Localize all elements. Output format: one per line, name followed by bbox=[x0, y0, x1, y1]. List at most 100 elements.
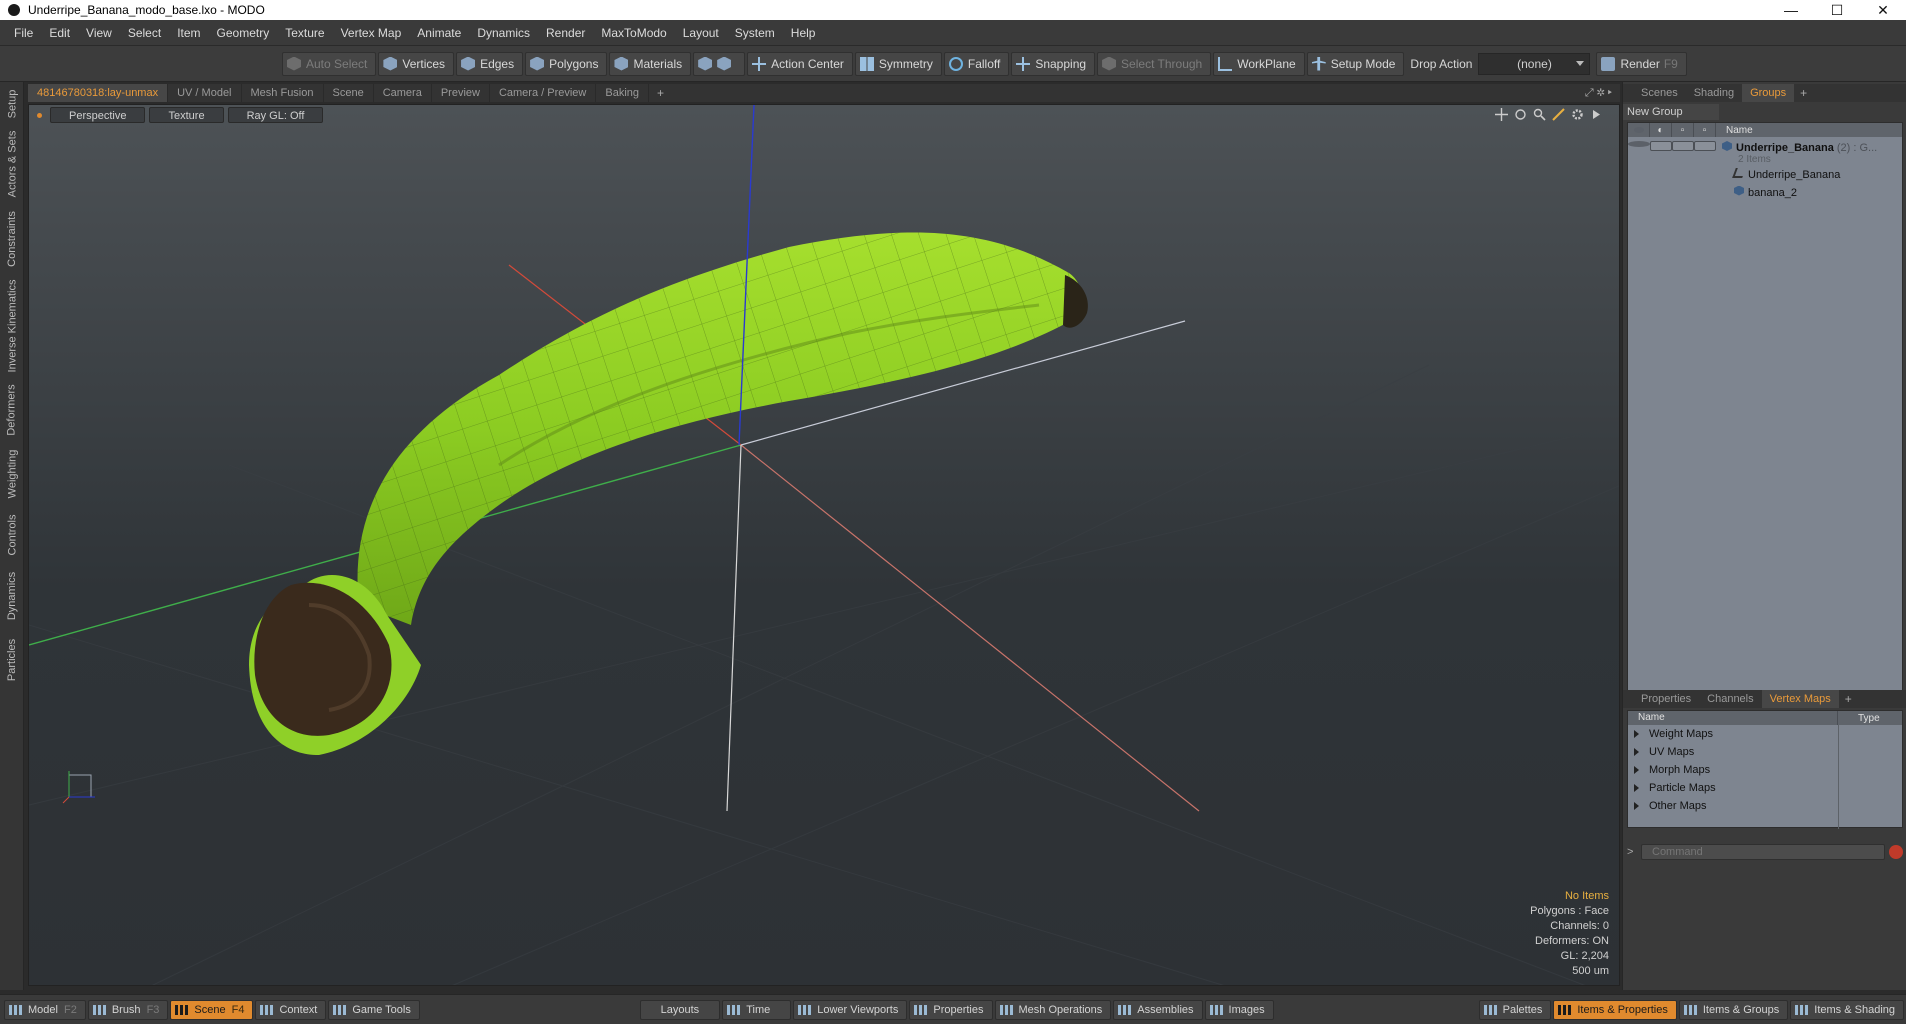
command-input[interactable] bbox=[1641, 844, 1885, 860]
items-properties-button[interactable]: Items & Properties bbox=[1553, 999, 1677, 1020]
menu-select[interactable]: Select bbox=[120, 20, 169, 46]
tab-shading[interactable]: Shading bbox=[1686, 84, 1742, 102]
pan-icon[interactable] bbox=[1495, 108, 1508, 121]
tab-uv-model[interactable]: UV / Model bbox=[168, 84, 242, 102]
raygl-button[interactable]: Ray GL: Off bbox=[227, 107, 324, 123]
selection-mode-toggle[interactable] bbox=[693, 51, 746, 76]
items-groups-button[interactable]: Items & Groups bbox=[1678, 999, 1789, 1020]
add-tab-icon[interactable]: + bbox=[1794, 86, 1813, 100]
expand-arrow-icon[interactable] bbox=[1634, 802, 1639, 810]
time-button[interactable]: Time bbox=[722, 999, 792, 1020]
lock-toggle[interactable] bbox=[1672, 141, 1694, 151]
action-center-button[interactable]: Action Center bbox=[747, 51, 853, 76]
images-button[interactable]: Images bbox=[1204, 999, 1274, 1020]
model-tab[interactable]: Model F2 bbox=[4, 999, 86, 1020]
stop-icon[interactable] bbox=[1889, 845, 1903, 859]
vm-uv-maps[interactable]: UV Maps bbox=[1628, 743, 1902, 761]
expand-arrow-icon[interactable] bbox=[1590, 108, 1603, 121]
maximize-button[interactable]: ☐ bbox=[1814, 0, 1860, 20]
menu-geometry[interactable]: Geometry bbox=[209, 20, 278, 46]
render-button[interactable]: Render F9 bbox=[1596, 51, 1687, 76]
vm-morph-maps[interactable]: Morph Maps bbox=[1628, 761, 1902, 779]
tab-constraints[interactable]: Constraints bbox=[0, 208, 24, 270]
menu-view[interactable]: View bbox=[78, 20, 120, 46]
tree-item-mesh[interactable]: banana_2 bbox=[1628, 183, 1902, 201]
tab-properties[interactable]: Properties bbox=[1633, 690, 1699, 708]
menu-layout[interactable]: Layout bbox=[675, 20, 727, 46]
tab-weighting[interactable]: Weighting bbox=[0, 446, 24, 502]
new-group-button[interactable]: New Group bbox=[1623, 104, 1719, 120]
vm-other-maps[interactable]: Other Maps bbox=[1628, 797, 1902, 815]
drop-action-select[interactable]: (none) bbox=[1478, 52, 1591, 75]
menu-edit[interactable]: Edit bbox=[41, 20, 78, 46]
zoom-icon[interactable] bbox=[1533, 108, 1546, 121]
group-row[interactable]: Underripe_Banana (2) : G... 2 Items bbox=[1628, 137, 1902, 165]
tab-controls[interactable]: Controls bbox=[0, 510, 24, 560]
vm-weight-maps[interactable]: Weight Maps bbox=[1628, 725, 1902, 743]
menu-texture[interactable]: Texture bbox=[277, 20, 332, 46]
layouts-button[interactable]: Layouts bbox=[639, 999, 721, 1020]
tab-baking[interactable]: Baking bbox=[596, 84, 650, 102]
auto-select-button[interactable]: Auto Select bbox=[282, 51, 377, 76]
snapping-button[interactable]: Snapping bbox=[1011, 51, 1096, 76]
tab-vertex-maps[interactable]: Vertex Maps bbox=[1761, 690, 1839, 708]
lower-viewports-button[interactable]: Lower Viewports bbox=[793, 999, 908, 1020]
tab-channels[interactable]: Channels bbox=[1699, 690, 1761, 708]
symmetry-button[interactable]: Symmetry bbox=[854, 51, 942, 76]
select-toggle[interactable] bbox=[1694, 141, 1716, 151]
select-through-button[interactable]: Select Through bbox=[1097, 51, 1212, 76]
properties-button[interactable]: Properties bbox=[909, 999, 993, 1020]
tab-groups[interactable]: Groups bbox=[1742, 84, 1795, 102]
add-tab-icon[interactable]: + bbox=[649, 86, 672, 100]
context-tab[interactable]: Context bbox=[255, 999, 327, 1020]
brush-tab[interactable]: Brush F3 bbox=[87, 999, 169, 1020]
rotate-icon[interactable] bbox=[1514, 108, 1527, 121]
add-tab-icon[interactable]: + bbox=[1839, 692, 1858, 706]
expand-arrow-icon[interactable] bbox=[1634, 784, 1639, 792]
setup-mode-button[interactable]: Setup Mode bbox=[1306, 51, 1405, 76]
gear-icon[interactable] bbox=[1571, 108, 1584, 121]
shading-mode-button[interactable]: Texture bbox=[149, 107, 224, 123]
menu-system[interactable]: System bbox=[727, 20, 783, 46]
expand-arrow-icon[interactable] bbox=[1634, 730, 1639, 738]
vertices-button[interactable]: Vertices bbox=[378, 51, 455, 76]
view-mode-button[interactable]: Perspective bbox=[50, 107, 146, 123]
viewport-menu-dot-icon[interactable] bbox=[37, 112, 42, 118]
vm-particle-maps[interactable]: Particle Maps bbox=[1628, 779, 1902, 797]
scene-tab[interactable]: Scene F4 bbox=[170, 999, 254, 1020]
tab-scenes[interactable]: Scenes bbox=[1633, 84, 1686, 102]
tab-camera[interactable]: Camera bbox=[374, 84, 432, 102]
chevron-right-icon[interactable]: > bbox=[1627, 846, 1641, 858]
tab-camera-preview[interactable]: Camera / Preview bbox=[490, 84, 597, 102]
menu-item[interactable]: Item bbox=[169, 20, 208, 46]
falloff-button[interactable]: Falloff bbox=[943, 51, 1010, 76]
mesh-operations-button[interactable]: Mesh Operations bbox=[994, 999, 1112, 1020]
menu-file[interactable]: File bbox=[6, 20, 41, 46]
visibility-eye-icon[interactable] bbox=[1628, 141, 1650, 147]
tab-particles[interactable]: Particles bbox=[0, 632, 24, 688]
fit-icon[interactable] bbox=[1552, 108, 1565, 121]
materials-button[interactable]: Materials bbox=[609, 51, 692, 76]
tab-mesh-fusion[interactable]: Mesh Fusion bbox=[242, 84, 324, 102]
tab-deformers[interactable]: Deformers bbox=[0, 382, 24, 438]
close-button[interactable]: ✕ bbox=[1860, 0, 1906, 20]
expand-arrow-icon[interactable] bbox=[1634, 748, 1639, 756]
menu-vertex-map[interactable]: Vertex Map bbox=[333, 20, 410, 46]
assemblies-button[interactable]: Assemblies bbox=[1113, 999, 1203, 1020]
tab-scene[interactable]: Scene bbox=[324, 84, 374, 102]
polygons-button[interactable]: Polygons bbox=[525, 51, 608, 76]
tab-inverse-kinematics[interactable]: Inverse Kinematics bbox=[0, 278, 24, 374]
workplane-button[interactable]: WorkPlane bbox=[1213, 51, 1305, 76]
tree-item-mesh[interactable]: Underripe_Banana bbox=[1628, 165, 1902, 183]
3d-viewport[interactable]: Perspective Texture Ray GL: Off No Items… bbox=[28, 104, 1620, 986]
menu-render[interactable]: Render bbox=[538, 20, 593, 46]
render-toggle[interactable] bbox=[1650, 141, 1672, 151]
palettes-button[interactable]: Palettes bbox=[1478, 999, 1552, 1020]
game-tools-tab[interactable]: Game Tools bbox=[328, 999, 420, 1020]
menu-animate[interactable]: Animate bbox=[409, 20, 469, 46]
expand-arrow-icon[interactable] bbox=[1634, 766, 1639, 774]
tab-preview[interactable]: Preview bbox=[432, 84, 490, 102]
tab-layout-unmax[interactable]: 48146780318:lay-unmax bbox=[28, 84, 169, 102]
minimize-button[interactable]: — bbox=[1768, 0, 1814, 20]
viewport-options-icon[interactable]: ⤢ ✲ ▸ bbox=[1585, 87, 1620, 100]
